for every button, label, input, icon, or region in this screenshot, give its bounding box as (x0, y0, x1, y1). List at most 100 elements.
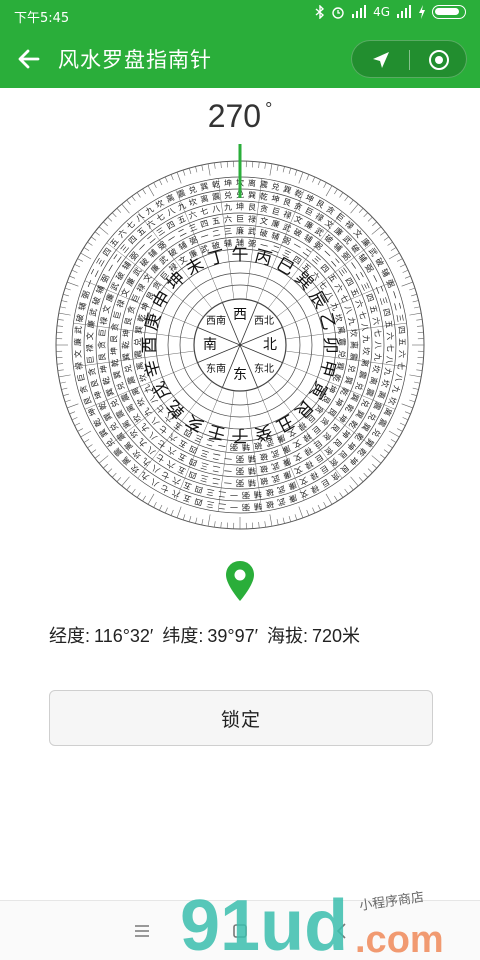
ring-char: 七 (373, 329, 383, 338)
ring-char: 弼 (242, 502, 250, 511)
direction-label: 东 (233, 367, 247, 383)
ring-char: 八 (211, 204, 220, 214)
direction-label: 东南 (206, 362, 226, 375)
mini-program-capsule (351, 40, 467, 78)
lock-button[interactable]: 锁定 (49, 690, 433, 746)
ring-char: 破 (259, 476, 269, 487)
ring-char: 六 (371, 316, 382, 326)
ring-char: 弼 (242, 490, 250, 499)
feng-shui-compass: 坎离震兑巽乾坤艮贪巨禄文廉武破辅弼一二三四五六七八九坎离震兑巽乾坤艮贪巨禄文廉武… (50, 140, 430, 530)
ring-char: 艮 (98, 353, 108, 362)
ring-char: 巽 (122, 352, 132, 361)
ring-char: 乾 (121, 341, 131, 349)
ring-char: 三 (224, 227, 233, 237)
ring-char: 艮 (248, 203, 257, 213)
direction-label: 北 (263, 337, 277, 353)
network-type: 4G (373, 5, 390, 19)
location-info: 经度: 116°32′ 纬度: 39°97′ 海拔: 720米 (49, 622, 364, 648)
ring-char: 九 (382, 367, 392, 376)
ring-char: 坤 (224, 178, 233, 189)
ring-char: 六 (224, 214, 233, 225)
ring-char: 坎 (361, 347, 371, 355)
ring-char: 文 (85, 332, 95, 341)
ring-char: 艮 (109, 335, 118, 343)
ring-char: 三 (205, 499, 215, 509)
bluetooth-icon (315, 5, 325, 19)
page-title: 风水罗盘指南针 (58, 48, 212, 72)
watermark-logo: 91ud .com 小程序商店 (180, 888, 444, 958)
ring-char: 五 (397, 338, 406, 346)
watermark-tagline: 小程序商店 (358, 890, 424, 914)
signal-icon (352, 5, 367, 18)
ring-char: 三 (395, 313, 405, 322)
ring-char: 禄 (85, 344, 94, 352)
navigation-button[interactable] (352, 41, 409, 79)
ring-char: 一 (224, 453, 233, 463)
close-target-button[interactable] (410, 41, 467, 79)
ring-char: 离 (350, 341, 360, 349)
ring-char: 九 (361, 335, 370, 343)
back-arrow-icon[interactable] (14, 44, 44, 74)
ring-char: 二 (218, 501, 227, 511)
ring-char: 五 (384, 320, 394, 329)
latitude-label: 纬度: (162, 626, 204, 646)
direction-label: 东北 (254, 362, 274, 375)
direction-label: 南 (203, 337, 217, 353)
ring-char: 一 (224, 466, 233, 476)
ring-char: 九 (373, 353, 383, 362)
mountain-char: 子 (232, 425, 249, 445)
ring-char: 廉 (85, 319, 96, 328)
ring-char: 乾 (259, 191, 268, 202)
ring-char: 坤 (108, 347, 118, 355)
ring-char: 武 (73, 326, 84, 335)
ring-char: 坤 (121, 329, 132, 338)
ring-char: 廉 (72, 338, 82, 346)
mountain-char: 酉 (140, 337, 160, 354)
ring-char: 禄 (74, 361, 84, 370)
ring-char: 离 (360, 358, 371, 367)
mountain-char: 午 (232, 245, 249, 265)
ring-char: 巨 (236, 215, 244, 224)
ring-char: 一 (224, 478, 233, 488)
ring-char: 一 (230, 490, 238, 499)
ring-char: 震 (259, 180, 268, 190)
ring-char: 乾 (109, 358, 120, 367)
ring-char: 辅 (248, 466, 257, 477)
ring-char: 弼 (236, 467, 244, 476)
longitude-label: 经度: (49, 626, 91, 646)
ring-char: 八 (360, 322, 370, 331)
ring-char: 辅 (247, 453, 256, 464)
ring-char: 乾 (211, 179, 220, 190)
ring-char: 破 (74, 313, 85, 323)
menu-icon[interactable] (130, 919, 154, 943)
ring-char: 弼 (236, 479, 244, 488)
ring-char: 五 (211, 216, 221, 226)
ring-char: 廉 (236, 226, 244, 236)
mountain-char: 卯 (320, 337, 340, 354)
ring-char: 禄 (99, 316, 109, 325)
ring-char: 六 (385, 332, 395, 341)
ring-char: 离 (248, 178, 257, 189)
title-bar: 风水罗盘指南针 (0, 30, 480, 88)
altitude-value: 720米 (312, 626, 361, 646)
status-bar: 下午5:45 4G (0, 0, 480, 30)
status-icons: 4G (315, 5, 466, 19)
ring-char: 辅 (248, 478, 257, 489)
location-pin-icon (226, 561, 254, 601)
degree-symbol: ° (265, 99, 273, 120)
ring-char: 震 (212, 192, 221, 202)
ring-char: 八 (374, 341, 383, 349)
ring-char: 弼 (236, 455, 244, 464)
ring-char: 弼 (248, 239, 257, 249)
ring-char: 震 (348, 352, 358, 361)
watermark-brand: 91ud (180, 888, 348, 958)
ring-char: 二 (211, 476, 220, 486)
direction-label: 西北 (254, 315, 274, 327)
longitude-value: 116°32′ (94, 626, 154, 646)
ring-char: 巽 (248, 191, 257, 201)
alarm-icon (332, 7, 344, 19)
ring-char: 坎 (371, 364, 382, 374)
ring-char: 四 (396, 326, 406, 335)
ring-char: 二 (218, 489, 227, 499)
ring-char: 贪 (259, 203, 269, 214)
